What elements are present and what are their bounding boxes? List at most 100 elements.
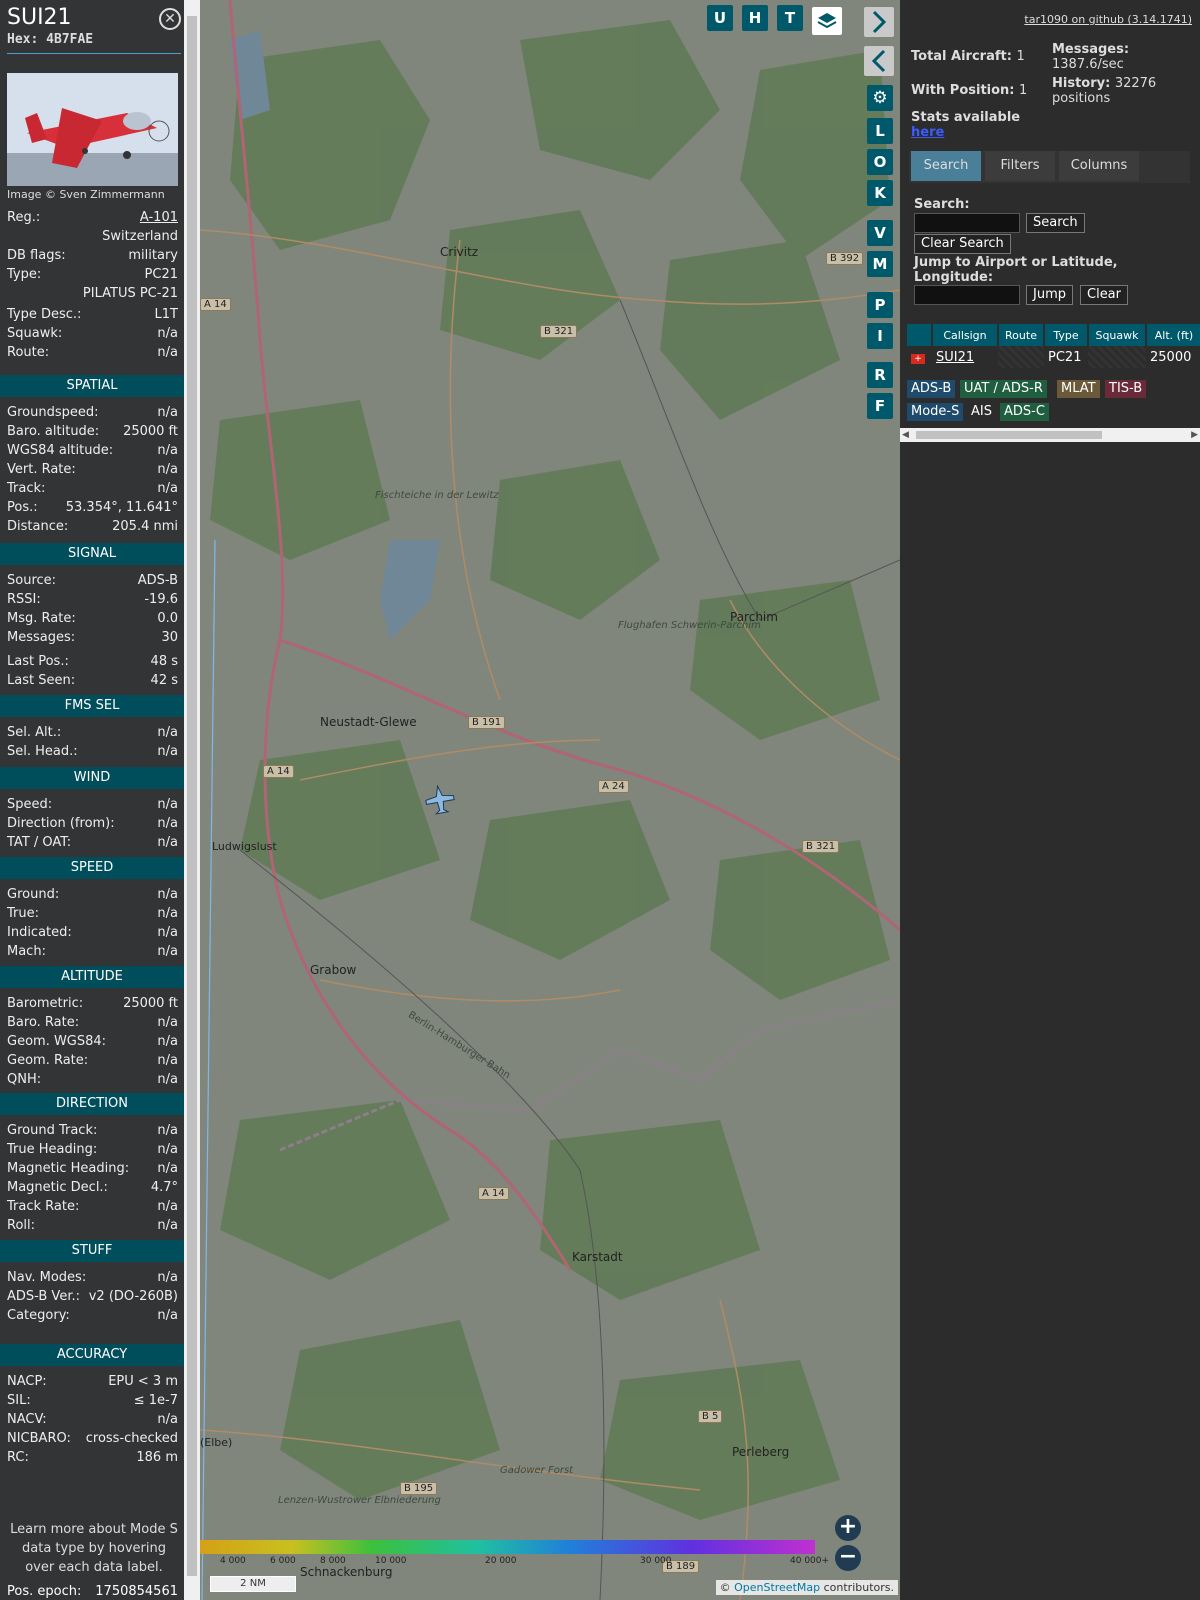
map-button-h[interactable]: H bbox=[742, 5, 768, 31]
map-button-t[interactable]: T bbox=[777, 5, 803, 31]
jump-button[interactable]: Jump bbox=[1026, 285, 1073, 305]
search-input[interactable] bbox=[914, 213, 1020, 233]
source-badge[interactable]: ADS-C bbox=[1000, 403, 1049, 421]
source-badge[interactable]: ADS-B bbox=[907, 380, 956, 398]
section-row-label[interactable]: RSSI: bbox=[7, 592, 41, 607]
section-row-label[interactable]: SIL: bbox=[7, 1393, 31, 1408]
section-row-label[interactable]: Groundspeed: bbox=[7, 405, 98, 420]
section-row-label[interactable]: Category: bbox=[7, 1308, 70, 1323]
close-icon[interactable]: ✕ bbox=[159, 8, 181, 30]
source-badge[interactable]: TIS-B bbox=[1105, 380, 1147, 398]
callsign-cell[interactable]: SUI21 bbox=[932, 346, 998, 368]
zoom-out-button[interactable]: − bbox=[835, 1545, 861, 1571]
source-badge[interactable]: Mode-S bbox=[907, 403, 964, 421]
section-row-label[interactable]: RC: bbox=[7, 1450, 29, 1465]
tab-filters[interactable]: Filters bbox=[985, 151, 1055, 181]
section-row-label[interactable]: Msg. Rate: bbox=[7, 611, 76, 626]
column-header[interactable] bbox=[907, 324, 933, 346]
section-row-label[interactable]: Track Rate: bbox=[7, 1199, 79, 1214]
github-link[interactable]: tar1090 on github (3.14.1741) bbox=[1024, 13, 1192, 26]
info-row-value[interactable]: A-101 bbox=[140, 210, 178, 225]
settings-button[interactable]: ⚙ bbox=[867, 85, 893, 111]
search-button[interactable]: Search bbox=[1026, 213, 1085, 233]
zoom-in-button[interactable]: + bbox=[835, 1515, 861, 1541]
section-row-label[interactable]: Messages: bbox=[7, 630, 75, 645]
column-header[interactable]: Alt. (ft) bbox=[1146, 324, 1200, 346]
map-view[interactable]: Crivitz Parchim Neustadt-Glewe Ludwigslust G… bbox=[200, 0, 900, 1600]
table-row[interactable]: + SUI21 PC21 25000 bbox=[907, 346, 1200, 368]
section-row-label[interactable]: NACP: bbox=[7, 1374, 47, 1389]
section-row-label[interactable]: True Heading: bbox=[7, 1142, 97, 1157]
map-button-k[interactable]: K bbox=[867, 180, 893, 206]
section-row-label[interactable]: Ground Track: bbox=[7, 1123, 97, 1138]
source-badge[interactable]: AIS bbox=[967, 403, 996, 421]
section-row-label[interactable]: Pos.: bbox=[7, 500, 38, 515]
openstreetmap-link[interactable]: OpenStreetMap bbox=[734, 1581, 820, 1594]
section-row-label[interactable]: Barometric: bbox=[7, 996, 83, 1011]
section-row-label[interactable]: Magnetic Heading: bbox=[7, 1161, 129, 1176]
source-badge[interactable]: UAT / ADS-R bbox=[960, 380, 1047, 398]
stats-label: Stats available bbox=[911, 110, 1021, 125]
layers-button[interactable] bbox=[812, 7, 842, 35]
map-button-l[interactable]: L bbox=[867, 118, 893, 144]
section-row-label[interactable]: Baro. Rate: bbox=[7, 1015, 79, 1030]
jump-input[interactable] bbox=[914, 285, 1020, 305]
section-row-label[interactable]: Indicated: bbox=[7, 925, 72, 940]
map-canvas[interactable] bbox=[200, 0, 900, 1600]
hscroll-right-arrow-icon[interactable]: ▶ bbox=[1191, 430, 1198, 440]
column-header[interactable]: Type bbox=[1044, 324, 1089, 346]
expand-right-button[interactable] bbox=[864, 7, 894, 37]
section-row-label[interactable]: WGS84 altitude: bbox=[7, 443, 113, 458]
section-row-label[interactable]: True: bbox=[7, 906, 39, 921]
tab-search[interactable]: Search bbox=[911, 151, 981, 181]
map-button-m[interactable]: M bbox=[867, 251, 893, 277]
section-row-label[interactable]: Direction (from): bbox=[7, 816, 115, 831]
map-button-p[interactable]: P bbox=[867, 292, 893, 318]
collapse-left-button[interactable] bbox=[864, 46, 894, 76]
section-row-label[interactable]: ADS-B Ver.: bbox=[7, 1289, 80, 1304]
source-badge[interactable]: MLAT bbox=[1057, 380, 1100, 398]
section-row-label[interactable]: Geom. WGS84: bbox=[7, 1034, 106, 1049]
section-row-label[interactable]: QNH: bbox=[7, 1072, 41, 1087]
hscroll-left-arrow-icon[interactable]: ◀ bbox=[902, 430, 909, 440]
column-header[interactable]: Callsign bbox=[932, 324, 999, 346]
map-place-label: Fischteiche in der Lewitz bbox=[375, 490, 499, 501]
section-row-label[interactable]: Ground: bbox=[7, 887, 59, 902]
section-row-label[interactable]: NACV: bbox=[7, 1412, 47, 1427]
section-row-label[interactable]: Track: bbox=[7, 481, 45, 496]
column-header[interactable]: Squawk bbox=[1088, 324, 1147, 346]
section-row-label[interactable]: Last Pos.: bbox=[7, 654, 69, 669]
section-row-label[interactable]: Sel. Alt.: bbox=[7, 725, 61, 740]
section-row-label[interactable]: Last Seen: bbox=[7, 673, 75, 688]
section-row-label[interactable]: Baro. altitude: bbox=[7, 424, 99, 439]
section-row-label[interactable]: NICBARO: bbox=[7, 1431, 71, 1446]
map-button-v[interactable]: V bbox=[867, 220, 893, 246]
aircraft-photo[interactable] bbox=[7, 73, 178, 186]
section-row-label[interactable]: Vert. Rate: bbox=[7, 462, 76, 477]
section-row-label[interactable]: TAT / OAT: bbox=[7, 835, 71, 850]
hscroll-thumb[interactable] bbox=[916, 431, 1102, 439]
clear-search-button[interactable]: Clear Search bbox=[914, 234, 1011, 254]
section-row-label[interactable]: Distance: bbox=[7, 519, 68, 534]
info-scrollbar[interactable] bbox=[184, 0, 200, 1600]
section-row-label[interactable]: Source: bbox=[7, 573, 56, 588]
map-button-u[interactable]: U bbox=[707, 5, 733, 31]
section-row-label[interactable]: Nav. Modes: bbox=[7, 1270, 86, 1285]
section-row-label[interactable]: Speed: bbox=[7, 797, 52, 812]
info-scrollbar-thumb[interactable] bbox=[187, 16, 197, 1576]
section-row-label[interactable]: Geom. Rate: bbox=[7, 1053, 88, 1068]
map-button-r[interactable]: R bbox=[867, 362, 893, 388]
section-row-label[interactable]: Mach: bbox=[7, 944, 46, 959]
stats-link[interactable]: here bbox=[911, 125, 1020, 140]
section-row-label[interactable]: Sel. Head.: bbox=[7, 744, 78, 759]
map-button-f[interactable]: F bbox=[867, 393, 893, 419]
section-row-value: 30 bbox=[161, 630, 178, 645]
tab-columns[interactable]: Columns bbox=[1059, 151, 1139, 181]
map-button-o[interactable]: O bbox=[867, 149, 893, 175]
clear-button[interactable]: Clear bbox=[1080, 285, 1128, 305]
section-row-label[interactable]: Roll: bbox=[7, 1218, 35, 1233]
column-header[interactable]: Route bbox=[998, 324, 1045, 346]
section-row-label[interactable]: Magnetic Decl.: bbox=[7, 1180, 108, 1195]
table-hscrollbar[interactable]: ◀ ▶ bbox=[900, 428, 1200, 442]
map-button-i[interactable]: I bbox=[867, 323, 893, 349]
